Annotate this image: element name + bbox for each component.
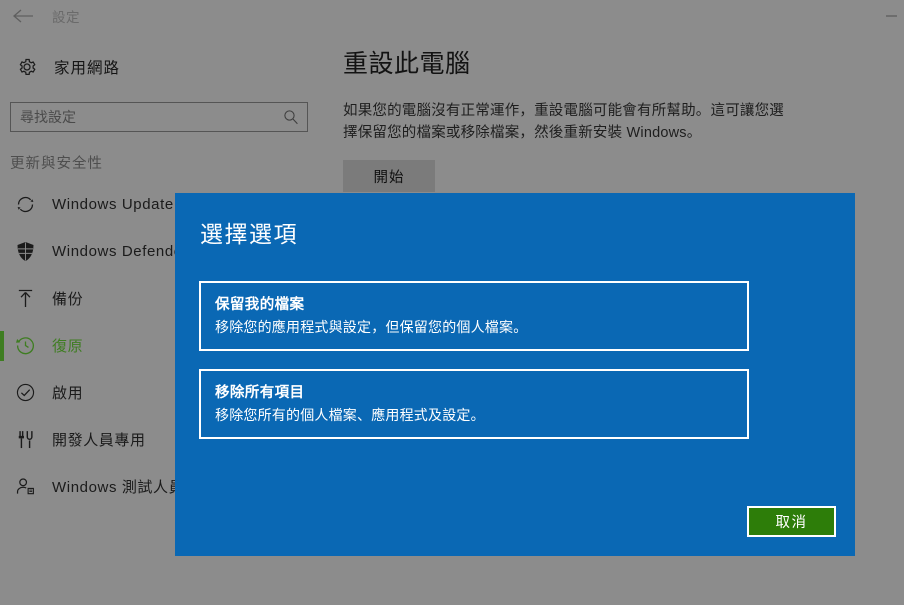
search-box[interactable] (10, 102, 308, 132)
minimize-icon (885, 15, 897, 17)
cancel-button[interactable]: 取消 (747, 506, 836, 537)
choose-option-dialog: 選擇選項 保留我的檔案 移除您的應用程式與設定，但保留您的個人檔案。 移除所有項… (175, 193, 855, 556)
gear-icon (14, 54, 40, 80)
upload-arrow-icon (12, 286, 38, 312)
section-heading: 更新與安全性 (10, 156, 103, 172)
history-clock-icon (12, 333, 38, 359)
sidebar-item-label: Windows Defender (52, 243, 189, 260)
dialog-options-list: 保留我的檔案 移除您的應用程式與設定，但保留您的個人檔案。 移除所有項目 移除您… (199, 281, 855, 439)
dialog-footer: 取消 (747, 506, 836, 537)
back-button[interactable] (0, 0, 46, 32)
search-input[interactable] (11, 103, 307, 131)
person-badge-icon (12, 474, 38, 500)
dialog-title: 選擇選項 (200, 221, 298, 247)
page-title: 重設此電腦 (343, 50, 471, 78)
check-circle-icon (12, 380, 38, 406)
option-remove-everything[interactable]: 移除所有項目 移除您所有的個人檔案、應用程式及設定。 (199, 369, 749, 439)
shield-icon (12, 239, 38, 265)
minimize-button[interactable] (878, 0, 904, 32)
arrow-left-icon (12, 8, 34, 24)
sidebar-item-label: Windows 測試人員 (52, 479, 185, 496)
option-subtitle: 移除您所有的個人檔案、應用程式及設定。 (215, 407, 485, 423)
sync-icon (12, 192, 38, 218)
option-subtitle: 移除您的應用程式與設定，但保留您的個人檔案。 (215, 319, 528, 335)
sidebar-item-label: 啟用 (52, 385, 84, 402)
app-title: 設定 (52, 10, 80, 25)
sidebar-item-label: 復原 (52, 338, 84, 355)
option-title: 移除所有項目 (215, 385, 305, 401)
option-title: 保留我的檔案 (215, 297, 305, 313)
account-row[interactable]: 家用網路 (14, 50, 330, 84)
selected-accent-bar (0, 331, 4, 361)
get-started-button[interactable]: 開始 (343, 160, 435, 192)
sidebar-item-label: Windows Update (52, 196, 174, 213)
page-description: 如果您的電腦沒有正常運作，重設電腦可能會有所幫助。這可讓您選擇保留您的檔案或移除… (343, 103, 784, 141)
main-content: 重設此電腦 如果您的電腦沒有正常運作，重設電腦可能會有所幫助。這可讓您選擇保留您… (343, 32, 888, 192)
title-bar: 設定 (0, 0, 904, 32)
window-controls (878, 0, 904, 32)
option-keep-my-files[interactable]: 保留我的檔案 移除您的應用程式與設定，但保留您的個人檔案。 (199, 281, 749, 351)
sidebar-item-label: 備份 (52, 291, 84, 308)
account-name: 家用網路 (54, 60, 121, 77)
tools-icon (12, 427, 38, 453)
sidebar-item-label: 開發人員專用 (52, 432, 146, 449)
search-icon (283, 109, 299, 125)
